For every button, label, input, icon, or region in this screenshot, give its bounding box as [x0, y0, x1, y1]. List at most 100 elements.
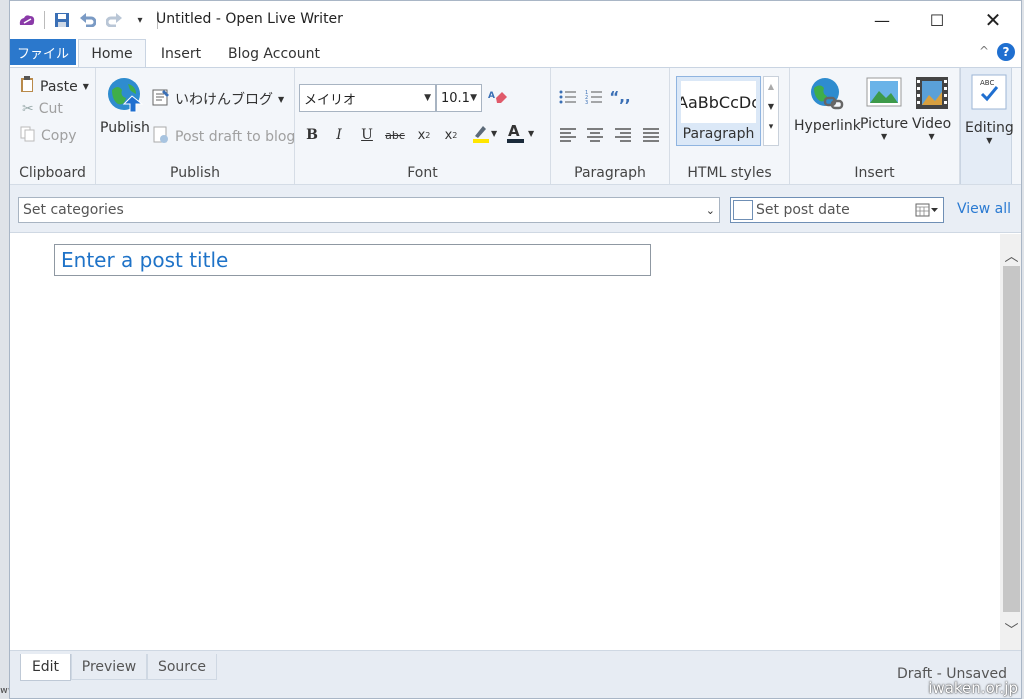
minimize-button[interactable]: — — [854, 1, 910, 39]
numbered-list-icon[interactable]: 123 — [583, 86, 605, 108]
video-icon — [915, 76, 949, 114]
font-color-icon[interactable]: A ▼ — [505, 122, 537, 144]
clear-formatting-icon[interactable]: A — [487, 86, 509, 108]
post-date-placeholder: Set post date — [756, 202, 850, 218]
copy-icon — [20, 126, 36, 146]
blog-selector[interactable]: いわけんブログ ▼ — [152, 88, 284, 110]
tab-home[interactable]: Home — [78, 39, 146, 68]
hyperlink-button[interactable]: Hyperlink — [794, 76, 861, 134]
tab-preview[interactable]: Preview — [71, 654, 147, 680]
blog-name: いわけんブログ — [175, 92, 273, 108]
post-draft-button[interactable]: Post draft to blog — [152, 126, 295, 148]
post-date-field[interactable]: Set post date — [730, 197, 944, 223]
maximize-button[interactable]: ☐ — [909, 1, 965, 39]
svg-text:▼: ▼ — [491, 129, 497, 138]
quick-access-toolbar: ▾ — [18, 11, 158, 29]
paste-icon — [20, 76, 35, 97]
subscript-icon[interactable]: x2 — [413, 124, 435, 146]
post-title-input[interactable]: Enter a post title — [54, 244, 651, 276]
svg-text:ABC: ABC — [980, 79, 994, 87]
chevron-down-icon[interactable]: ▼ — [764, 97, 778, 117]
style-name: Paragraph — [682, 126, 755, 142]
view-all-link[interactable]: View all — [957, 201, 1011, 217]
calendar-icon[interactable] — [915, 202, 939, 222]
chevron-down-icon: ▼ — [82, 82, 89, 91]
title-bar: ▾ Untitled - Open Live Writer — ☐ ✕ — [10, 1, 1021, 39]
picture-label: Picture — [860, 116, 909, 132]
tab-edit[interactable]: Edit — [20, 654, 71, 681]
scrollbar-thumb[interactable] — [1003, 266, 1020, 612]
categories-input[interactable]: Set categories ⌄ — [18, 197, 720, 223]
style-gallery-scroll[interactable]: ▲ ▼ ▾ — [763, 76, 779, 146]
style-preview: AaBbCcDc — [681, 81, 756, 123]
group-insert: Hyperlink Picture ▼ Video ▼ Insert — [790, 68, 960, 184]
ribbon: Paste ▼ ✂ Cut Copy Clipboard Publish いわけ… — [10, 67, 1021, 185]
app-logo-icon — [18, 11, 36, 29]
font-family-select[interactable]: メイリオ ▼ — [299, 84, 436, 112]
bold-icon[interactable]: B — [301, 124, 323, 146]
vertical-scrollbar[interactable]: ︿ ﹀ — [1000, 234, 1021, 650]
font-group-label: Font — [407, 165, 438, 181]
blockquote-icon[interactable]: “,, — [609, 86, 631, 108]
categories-placeholder: Set categories — [23, 202, 124, 218]
group-editing: ABC Editing ▼ — [960, 68, 1014, 184]
chevron-down-icon: ▼ — [881, 132, 888, 141]
cut-label: Cut — [38, 101, 63, 117]
editing-label: Editing — [965, 120, 1014, 136]
superscript-icon[interactable]: x2 — [440, 124, 462, 146]
picture-button[interactable]: Picture ▼ — [860, 76, 908, 141]
tab-insert[interactable]: Insert — [153, 39, 209, 68]
chevron-down-icon: ▼ — [986, 136, 993, 145]
editing-button[interactable]: ABC Editing ▼ — [965, 74, 1014, 145]
publish-button[interactable]: Publish — [100, 76, 150, 136]
highlight-icon[interactable]: ▼ — [469, 122, 499, 144]
scroll-down-icon[interactable]: ﹀ — [1000, 620, 1021, 640]
save-icon[interactable] — [53, 11, 71, 29]
align-center-icon[interactable] — [584, 124, 606, 146]
bulleted-list-icon[interactable] — [557, 86, 579, 108]
redo-icon[interactable] — [105, 11, 123, 29]
help-icon[interactable]: ? — [997, 43, 1015, 61]
align-right-icon[interactable] — [612, 124, 634, 146]
gallery-more-icon[interactable]: ▾ — [764, 117, 778, 137]
tab-source[interactable]: Source — [147, 654, 217, 680]
chevron-up-icon[interactable]: ▲ — [764, 77, 778, 97]
qat-separator — [44, 11, 45, 29]
collapse-ribbon-icon[interactable]: ^ — [979, 44, 989, 58]
font-size-select[interactable]: 10.1 ▼ — [436, 84, 482, 112]
scroll-up-icon[interactable]: ︿ — [1000, 246, 1021, 266]
scissors-icon: ✂ — [22, 101, 34, 117]
clipboard-group-label: Clipboard — [19, 165, 86, 181]
close-button[interactable]: ✕ — [965, 1, 1021, 39]
post-date-checkbox[interactable] — [733, 200, 753, 220]
undo-icon[interactable] — [79, 11, 97, 29]
customize-qat-icon[interactable]: ▾ — [131, 11, 149, 29]
group-clipboard: Paste ▼ ✂ Cut Copy Clipboard — [10, 68, 96, 184]
tab-blog-account[interactable]: Blog Account — [222, 39, 326, 68]
globe-publish-icon — [106, 76, 144, 118]
video-label: Video — [912, 116, 952, 132]
group-html-styles: AaBbCcDc Paragraph ▲ ▼ ▾ HTML styles — [670, 68, 790, 184]
svg-text:3: 3 — [585, 100, 588, 105]
justify-icon[interactable] — [640, 124, 662, 146]
chevron-down-icon[interactable]: ⌄ — [706, 204, 715, 217]
bottom-bar: Edit Preview Source Draft - Unsaved — [10, 650, 1021, 698]
style-paragraph[interactable]: AaBbCcDc Paragraph — [676, 76, 761, 146]
chevron-down-icon: ▼ — [424, 93, 431, 103]
underline-icon[interactable]: U — [356, 124, 378, 146]
editor-area[interactable]: Enter a post title — [10, 234, 1000, 650]
paste-button[interactable]: Paste ▼ — [20, 76, 89, 97]
post-title-placeholder: Enter a post title — [61, 248, 229, 272]
italic-icon[interactable]: I — [328, 124, 350, 146]
copy-button[interactable]: Copy — [20, 126, 77, 146]
video-button[interactable]: Video ▼ — [912, 76, 951, 141]
align-left-icon[interactable] — [557, 124, 579, 146]
hyperlink-label: Hyperlink — [794, 118, 861, 134]
picture-icon — [866, 76, 902, 112]
app-window: ▾ Untitled - Open Live Writer — ☐ ✕ ファイル… — [9, 0, 1022, 699]
tab-file[interactable]: ファイル — [10, 39, 76, 65]
cut-button[interactable]: ✂ Cut — [22, 101, 63, 117]
hyperlink-icon — [809, 76, 845, 116]
strikethrough-icon[interactable]: abc — [384, 124, 406, 146]
svg-text:A: A — [488, 91, 495, 101]
